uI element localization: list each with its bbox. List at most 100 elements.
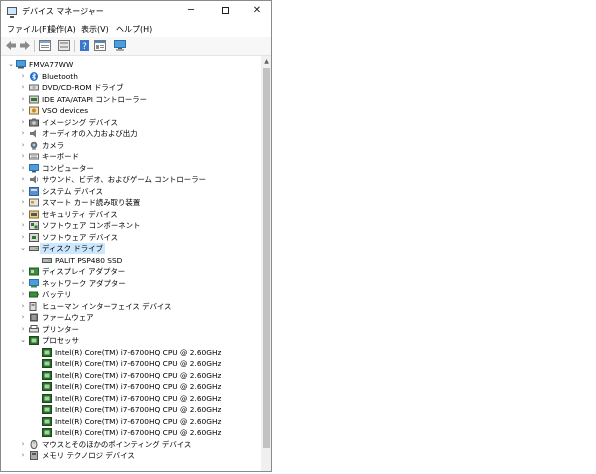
menu-help[interactable]: ヘルプ(H)	[116, 24, 152, 35]
device-item[interactable]: Intel(R) Core(TM) i7-6700HQ CPU @ 2.60GH…	[1, 416, 261, 427]
device-label: Intel(R) Core(TM) i7-6700HQ CPU @ 2.60GH…	[55, 428, 222, 437]
chevron-right-icon[interactable]: ›	[19, 278, 27, 289]
chevron-right-icon[interactable]: ›	[19, 301, 27, 312]
chevron-right-icon[interactable]: ›	[19, 312, 27, 323]
device-category[interactable]: › DVD/CD-ROM ドライブ	[1, 82, 261, 93]
audio-io-icon	[29, 129, 39, 138]
chevron-right-icon[interactable]: ›	[19, 289, 27, 300]
chevron-right-icon[interactable]: ›	[19, 174, 27, 185]
device-label: プロセッサ	[42, 336, 79, 345]
chevron-right-icon[interactable]: ›	[19, 163, 27, 174]
device-label: サウンド、ビデオ、およびゲーム コントローラー	[42, 175, 206, 184]
chevron-down-icon[interactable]: ⌄	[7, 59, 15, 70]
device-category[interactable]: › IDE ATA/ATAPI コントローラー	[1, 94, 261, 105]
device-category[interactable]: › ディスプレイ アダプター	[1, 266, 261, 277]
device-item[interactable]: Intel(R) Core(TM) i7-6700HQ CPU @ 2.60GH…	[1, 370, 261, 381]
show-hidden-devices-icon[interactable]	[58, 40, 70, 51]
chevron-right-icon[interactable]: ›	[19, 232, 27, 243]
device-category[interactable]: › イメージング デバイス	[1, 117, 261, 128]
help-icon[interactable]: ?	[79, 40, 91, 51]
chevron-right-icon[interactable]: ›	[19, 266, 27, 277]
chevron-right-icon[interactable]: ›	[19, 197, 27, 208]
vso-device-icon	[29, 106, 39, 115]
chevron-right-icon[interactable]: ›	[19, 105, 27, 116]
device-category[interactable]: ⌄ FMVA77WW	[1, 59, 261, 70]
device-category[interactable]: › Bluetooth	[1, 71, 261, 82]
device-category[interactable]: › サウンド、ビデオ、およびゲーム コントローラー	[1, 174, 261, 185]
menu-action[interactable]: 操作(A)	[48, 24, 76, 35]
scroll-up-arrow-icon[interactable]: ▲	[261, 56, 271, 67]
device-label: Intel(R) Core(TM) i7-6700HQ CPU @ 2.60GH…	[55, 393, 222, 403]
chevron-right-icon[interactable]: ›	[19, 128, 27, 139]
device-category[interactable]: › セキュリティ デバイス	[1, 209, 261, 220]
device-item[interactable]: PALIT PSP480 SSD	[1, 255, 261, 266]
device-category[interactable]: ⌄ プロセッサ	[1, 335, 261, 346]
device-category[interactable]: › ファームウェア	[1, 312, 261, 323]
device-category[interactable]: › オーディオの入力および出力	[1, 128, 261, 139]
menu-file[interactable]: ファイル(F)	[7, 24, 50, 35]
chevron-right-icon[interactable]: ›	[19, 94, 27, 105]
imaging-device-icon	[29, 118, 39, 127]
device-list-icon[interactable]	[94, 40, 106, 51]
chevron-down-icon[interactable]: ⌄	[19, 335, 27, 346]
device-label: コンピューター	[42, 163, 94, 173]
device-category[interactable]: › ネットワーク アダプター	[1, 278, 261, 289]
device-category[interactable]: › システム デバイス	[1, 186, 261, 197]
maximize-button[interactable]	[209, 1, 241, 21]
vertical-scrollbar[interactable]: ▲	[261, 56, 271, 471]
device-label: オーディオの入力および出力	[42, 129, 138, 138]
device-category[interactable]: › カメラ	[1, 140, 261, 151]
chevron-right-icon[interactable]: ›	[19, 117, 27, 128]
chevron-right-icon[interactable]: ›	[19, 324, 27, 335]
device-category[interactable]: › ソフトウェア コンポーネント	[1, 220, 261, 231]
device-item[interactable]: Intel(R) Core(TM) i7-6700HQ CPU @ 2.60GH…	[1, 427, 261, 438]
bluetooth-icon	[29, 71, 39, 81]
device-category[interactable]: › バッテリ	[1, 289, 261, 300]
device-category[interactable]: › キーボード	[1, 151, 261, 162]
chevron-right-icon[interactable]: ›	[19, 140, 27, 151]
device-label: Intel(R) Core(TM) i7-6700HQ CPU @ 2.60GH…	[55, 416, 222, 426]
properties-view-icon[interactable]	[39, 40, 51, 51]
mouse-icon	[29, 439, 39, 449]
scroll-thumb[interactable]	[263, 68, 270, 448]
device-label: イメージング デバイス	[42, 117, 118, 127]
device-category[interactable]: › スマート カード読み取り装置	[1, 197, 261, 208]
chevron-right-icon[interactable]: ›	[19, 71, 27, 82]
device-item[interactable]: Intel(R) Core(TM) i7-6700HQ CPU @ 2.60GH…	[1, 381, 261, 392]
chevron-right-icon[interactable]: ›	[19, 151, 27, 162]
device-item[interactable]: Intel(R) Core(TM) i7-6700HQ CPU @ 2.60GH…	[1, 347, 261, 358]
minimize-button[interactable]: ─	[175, 1, 207, 21]
device-category[interactable]: › VSO devices	[1, 105, 261, 116]
close-button[interactable]: ✕	[241, 1, 271, 21]
device-category[interactable]: ⌄ ディスク ドライブ	[1, 243, 261, 254]
chevron-right-icon[interactable]: ›	[19, 186, 27, 197]
chevron-right-icon[interactable]: ›	[19, 450, 27, 461]
chevron-right-icon[interactable]: ›	[19, 209, 27, 220]
device-label: ソフトウェア コンポーネント	[42, 221, 141, 230]
back-arrow-icon[interactable]	[5, 40, 17, 51]
chevron-right-icon[interactable]: ›	[19, 439, 27, 450]
device-label: DVD/CD-ROM ドライブ	[42, 83, 124, 92]
device-category[interactable]: › マウスとそのほかのポインティング デバイス	[1, 439, 261, 450]
device-category[interactable]: › ソフトウェア デバイス	[1, 232, 261, 243]
device-label: ネットワーク アダプター	[42, 278, 126, 288]
menu-view[interactable]: 表示(V)	[81, 24, 109, 35]
device-category[interactable]: › コンピューター	[1, 163, 261, 174]
chevron-right-icon[interactable]: ›	[19, 82, 27, 93]
device-category[interactable]: › プリンター	[1, 324, 261, 335]
computer-monitor-icon[interactable]	[114, 40, 126, 51]
chevron-down-icon[interactable]: ⌄	[19, 243, 27, 254]
device-label: カメラ	[42, 140, 65, 150]
title-bar[interactable]: デバイス マネージャー ─ ✕	[1, 1, 271, 23]
device-label: IDE ATA/ATAPI コントローラー	[42, 94, 148, 104]
chevron-right-icon[interactable]: ›	[19, 220, 27, 231]
system-device-icon	[29, 186, 39, 196]
device-item[interactable]: Intel(R) Core(TM) i7-6700HQ CPU @ 2.60GH…	[1, 404, 261, 415]
forward-arrow-icon[interactable]	[19, 40, 31, 51]
device-item[interactable]: Intel(R) Core(TM) i7-6700HQ CPU @ 2.60GH…	[1, 358, 261, 369]
processor-icon	[42, 393, 52, 403]
device-category[interactable]: › ヒューマン インターフェイス デバイス	[1, 301, 261, 312]
device-item[interactable]: Intel(R) Core(TM) i7-6700HQ CPU @ 2.60GH…	[1, 393, 261, 404]
processor-icon	[42, 382, 52, 391]
device-category[interactable]: › メモリ テクノロジ デバイス	[1, 450, 261, 461]
